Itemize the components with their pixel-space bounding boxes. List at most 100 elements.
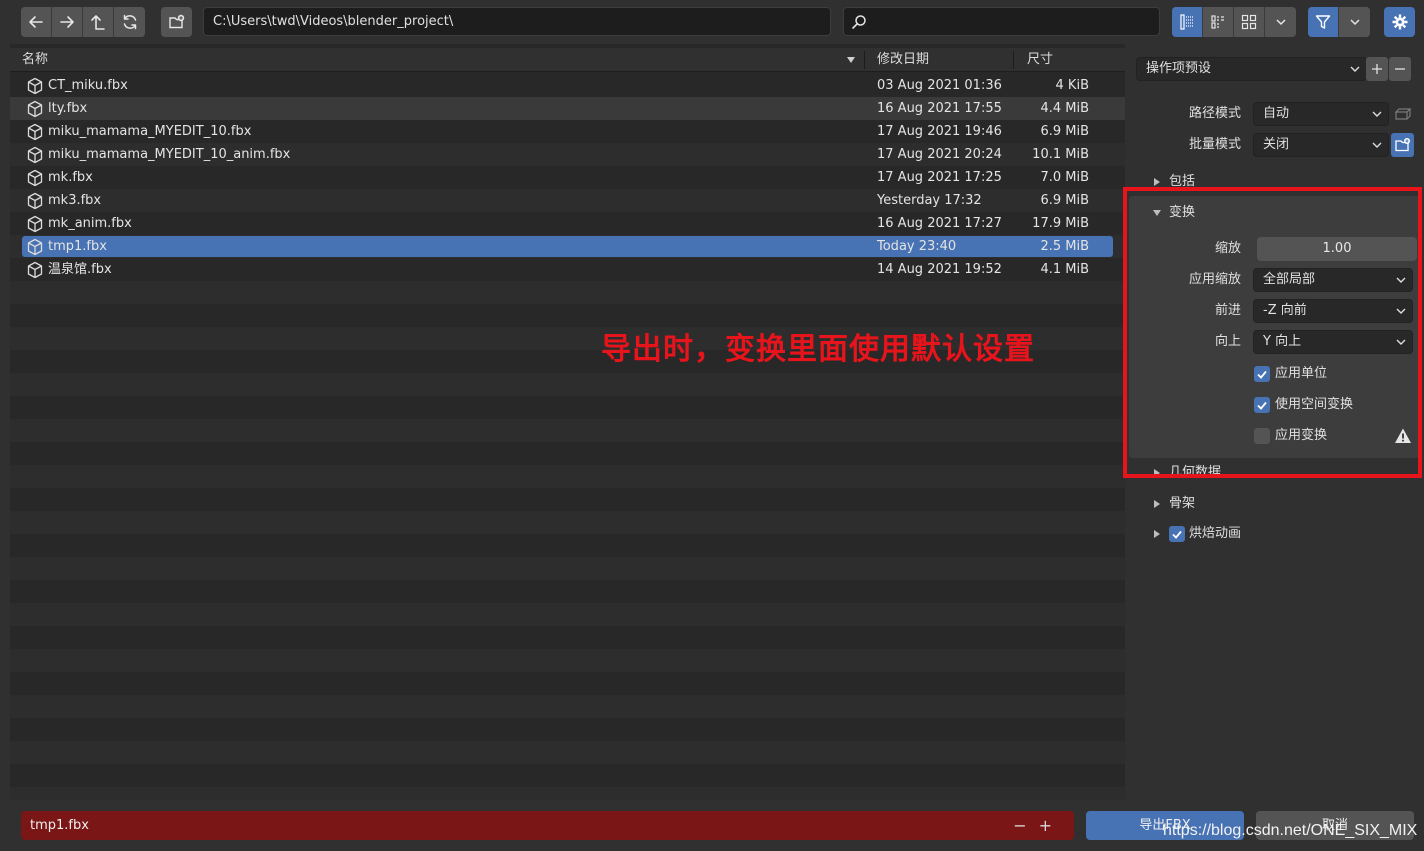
directory-path-input[interactable]: C:\Users\twd\Videos\blender_project\ — [203, 7, 831, 36]
row-stripe — [10, 419, 1125, 442]
package-icon — [1394, 108, 1411, 120]
vertical-list-button[interactable] — [1172, 7, 1203, 37]
navigation-buttons — [21, 7, 145, 37]
file-row[interactable]: miku_mamama_MYEDIT_10.fbx 17 Aug 2021 19:… — [10, 120, 1125, 143]
new-folder-icon — [1394, 138, 1410, 152]
file-size: 6.9 MiB — [1040, 193, 1089, 208]
file-date: Today 23:40 — [877, 239, 957, 254]
search-input[interactable] — [843, 7, 1160, 36]
vertical-list-icon — [1180, 14, 1193, 30]
chevron-down-icon — [1349, 19, 1360, 26]
file-size: 17.9 MiB — [1032, 216, 1089, 231]
operator-presets-label: 操作项预设 — [1146, 61, 1212, 76]
file-browser-list: 名称 修改日期 尺寸 CT_miku.fbx 03 Aug 2021 01:36 4… — [10, 44, 1125, 800]
file-row[interactable]: 温泉馆.fbx 14 Aug 2021 19:52 4.1 MiB — [10, 258, 1125, 281]
row-stripe — [10, 557, 1125, 580]
column-header-date[interactable]: 修改日期 — [877, 48, 929, 72]
remove-preset-button[interactable] — [1389, 57, 1411, 81]
file-3d-cube-icon — [27, 238, 43, 256]
bake-animation-checkbox[interactable] — [1169, 526, 1185, 542]
path-mode-value: 自动 — [1263, 106, 1290, 121]
thumbnails-icon — [1241, 14, 1257, 30]
chevron-down-icon — [1372, 142, 1382, 148]
operator-presets-dropdown[interactable]: 操作项预设 — [1136, 57, 1367, 81]
row-stripe — [10, 649, 1125, 672]
forward-button[interactable] — [52, 7, 83, 37]
file-3d-cube-icon — [27, 123, 43, 141]
file-date: 17 Aug 2021 19:46 — [877, 124, 1002, 139]
filter-dropdown[interactable] — [1339, 7, 1370, 37]
settings-button[interactable] — [1384, 7, 1415, 37]
filter-toggle-button[interactable] — [1308, 7, 1339, 37]
thumbnails-button[interactable] — [1234, 7, 1265, 37]
row-stripe — [10, 741, 1125, 764]
row-stripe — [10, 281, 1125, 304]
file-3d-cube-icon — [27, 100, 43, 118]
file-date: 16 Aug 2021 17:27 — [877, 216, 1002, 231]
filter-group — [1308, 7, 1370, 37]
settings-group — [1384, 7, 1415, 37]
new-folder-button[interactable] — [161, 7, 192, 37]
parent-directory-button[interactable] — [83, 7, 114, 37]
decrement-filename-button[interactable]: − — [1013, 816, 1038, 835]
file-size: 4.1 MiB — [1040, 262, 1089, 277]
sort-descending-icon[interactable] — [846, 56, 856, 64]
file-row[interactable]: tmp1.fbx Today 23:40 2.5 MiB — [10, 235, 1125, 258]
checkmark-icon — [1172, 530, 1182, 539]
arrow-left-icon — [29, 16, 43, 28]
increment-filename-button[interactable]: + — [1039, 816, 1064, 835]
file-3d-cube-icon — [27, 169, 43, 187]
file-size: 6.9 MiB — [1040, 124, 1089, 139]
column-separator[interactable] — [1013, 51, 1014, 69]
left-edge-strip — [0, 44, 10, 800]
path-mode-dropdown[interactable]: 自动 — [1253, 102, 1389, 126]
file-row[interactable]: miku_mamama_MYEDIT_10_anim.fbx 17 Aug 202… — [10, 143, 1125, 166]
file-3d-cube-icon — [27, 146, 43, 164]
minus-icon — [1395, 68, 1405, 70]
file-row[interactable]: mk.fbx 17 Aug 2021 17:25 7.0 MiB — [10, 166, 1125, 189]
path-mode-label: 路径模式 — [1188, 106, 1241, 121]
batch-mode-dropdown[interactable]: 关闭 — [1253, 133, 1389, 157]
file-3d-cube-icon — [27, 192, 43, 210]
file-size: 2.5 MiB — [1040, 239, 1089, 254]
file-size: 7.0 MiB — [1040, 170, 1089, 185]
refresh-button[interactable] — [114, 7, 145, 37]
chevron-down-icon — [1372, 111, 1382, 117]
file-date: 17 Aug 2021 17:25 — [877, 170, 1002, 185]
annotation-highlight-box — [1123, 187, 1422, 478]
display-settings-dropdown[interactable] — [1265, 7, 1296, 37]
watermark-text: https://blog.csdn.net/ONE_SIX_MIX — [1163, 822, 1418, 839]
embed-textures-toggle[interactable] — [1391, 102, 1414, 126]
disclosure-triangle-right-icon — [1154, 500, 1160, 508]
armature-panel-header[interactable]: 骨架 — [1125, 489, 1424, 519]
gear-icon — [1392, 14, 1407, 30]
filename-input[interactable]: tmp1.fbx −+ — [21, 811, 1074, 840]
file-size: 10.1 MiB — [1032, 147, 1089, 162]
file-name: mk_anim.fbx — [48, 216, 132, 231]
batch-mode-label: 批量模式 — [1188, 137, 1241, 152]
file-row[interactable]: mk3.fbx Yesterday 17:32 6.9 MiB — [10, 189, 1125, 212]
column-header-name[interactable]: 名称 — [22, 48, 48, 72]
column-separator[interactable] — [864, 51, 865, 69]
file-name: mk.fbx — [48, 170, 93, 185]
file-size: 4.4 MiB — [1040, 101, 1089, 116]
row-stripe — [10, 465, 1125, 488]
back-button[interactable] — [21, 7, 52, 37]
file-row[interactable]: mk_anim.fbx 16 Aug 2021 17:27 17.9 MiB — [10, 212, 1125, 235]
row-stripe — [10, 373, 1125, 396]
add-preset-button[interactable] — [1366, 57, 1388, 81]
file-3d-cube-icon — [27, 77, 43, 95]
horizontal-list-button[interactable] — [1203, 7, 1234, 37]
column-header-size[interactable]: 尺寸 — [1027, 48, 1053, 72]
row-stripe — [10, 695, 1125, 718]
file-row[interactable]: CT_miku.fbx 03 Aug 2021 01:36 4 KiB — [10, 74, 1125, 97]
filename-increment-buttons: −+ — [1013, 811, 1064, 840]
bake-animation-panel-header[interactable]: 烘焙动画 — [1125, 519, 1424, 549]
file-row[interactable]: lty.fbx 16 Aug 2021 17:55 4.4 MiB — [10, 97, 1125, 120]
file-size: 4 KiB — [1055, 78, 1089, 93]
row-stripe — [10, 511, 1125, 534]
file-name: tmp1.fbx — [48, 239, 107, 254]
file-list-header: 名称 修改日期 尺寸 — [10, 48, 1125, 72]
batch-own-dir-toggle[interactable] — [1391, 133, 1414, 157]
horizontal-list-icon — [1211, 15, 1224, 29]
